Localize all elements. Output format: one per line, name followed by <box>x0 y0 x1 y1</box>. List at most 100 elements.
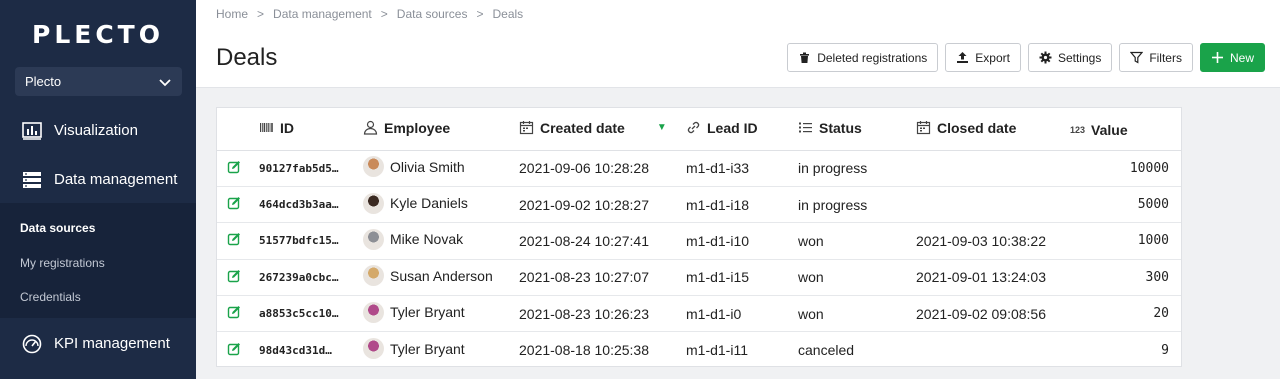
cell-employee[interactable]: Olivia Smith <box>363 150 519 187</box>
employee-name: Tyler Bryant <box>390 304 465 321</box>
cell-employee[interactable]: Kyle Daniels <box>363 186 519 224</box>
chart-icon <box>22 121 42 141</box>
edit-cell <box>217 150 259 187</box>
table-row[interactable]: 51577bdfc15… Mike Novak 2021-08-24 10:27… <box>217 222 1181 260</box>
sidebar: PLECTO Plecto Visualization Data managem… <box>0 0 196 379</box>
cell-status: won <box>798 259 916 297</box>
deleted-registrations-button[interactable]: Deleted registrations <box>787 43 939 72</box>
cell-employee[interactable]: Tyler Bryant <box>363 295 519 333</box>
table-row[interactable]: a8853c5cc10… Tyler Bryant 2021-08-23 10:… <box>217 295 1181 333</box>
header-status-label: Status <box>819 119 862 136</box>
nav-data-management[interactable]: Data management <box>0 157 196 202</box>
settings-label: Settings <box>1057 50 1102 65</box>
header-id[interactable]: ID <box>259 108 363 151</box>
upload-icon <box>957 52 969 63</box>
header-status[interactable]: Status <box>798 108 916 151</box>
page-title: Deals <box>216 44 278 71</box>
breadcrumb-home[interactable]: Home <box>216 7 248 21</box>
header-employee[interactable]: Employee <box>363 108 519 151</box>
table-body: 90127fab5d5… Olivia Smith 2021-09-06 10:… <box>217 150 1181 368</box>
plus-icon <box>1211 52 1223 63</box>
cell-closed-date <box>916 186 1070 224</box>
edit-icon[interactable] <box>227 342 241 359</box>
filter-icon <box>1130 51 1144 64</box>
edit-icon[interactable] <box>227 233 241 249</box>
sort-descending-icon[interactable]: ▼ <box>657 122 667 133</box>
cell-created-date: 2021-08-24 10:27:41 <box>519 222 686 260</box>
cell-id: 51577bdfc15… <box>259 222 363 260</box>
cell-created-date: 2021-08-18 10:25:38 <box>519 342 649 359</box>
user-icon <box>363 120 378 135</box>
nav-visualization-label: Visualization <box>54 122 138 139</box>
table-row[interactable]: 98d43cd31d… Tyler Bryant 2021-08-18 10:2… <box>217 332 1181 368</box>
nav-kpi-management-label: KPI management <box>54 335 170 352</box>
subnav-credentials[interactable]: Credentials <box>20 290 81 304</box>
table-row[interactable]: 90127fab5d5… Olivia Smith 2021-09-06 10:… <box>217 150 1181 187</box>
settings-button[interactable]: Settings <box>1027 43 1113 72</box>
cell-lead-id: m1-d1-i15 <box>686 259 798 297</box>
cell-value: 300 <box>1070 259 1181 297</box>
cell-employee[interactable]: Susan Anderson <box>363 259 519 297</box>
edit-icon[interactable] <box>227 197 241 213</box>
avatar <box>363 301 384 323</box>
cell-employee[interactable]: Mike Novak <box>363 222 519 260</box>
employee-name: Olivia Smith <box>390 158 465 175</box>
filters-button[interactable]: Filters <box>1119 43 1193 72</box>
edit-icon[interactable] <box>227 160 241 177</box>
cell-created-date: 2021-09-02 10:28:27 <box>519 186 686 224</box>
registrations-table: ID Employee Created date ▼ Lead ID Statu… <box>216 107 1182 367</box>
breadcrumb-data-management[interactable]: Data management <box>273 7 372 21</box>
toolbar: Deleted registrations Export Settings Fi… <box>787 43 1265 72</box>
cell-value: 9 <box>1161 342 1169 358</box>
gauge-icon <box>22 334 42 354</box>
export-button[interactable]: Export <box>945 43 1021 72</box>
header-lead-id[interactable]: Lead ID <box>686 108 798 151</box>
breadcrumb-data-sources[interactable]: Data sources <box>397 7 468 21</box>
main-content: Home > Data management > Data sources > … <box>196 0 1280 379</box>
avatar <box>363 265 384 287</box>
employee-name: Kyle Daniels <box>390 195 468 212</box>
cell-value: 10000 <box>1070 150 1181 187</box>
list-icon <box>799 122 812 133</box>
table-row[interactable]: 267239a0cbc… Susan Anderson 2021-08-23 1… <box>217 259 1181 297</box>
cell-id: 464dcd3b3aa… <box>259 186 363 224</box>
cell-status: won <box>798 222 916 260</box>
cell-created-date: 2021-08-23 10:27:07 <box>519 259 686 297</box>
nav-visualization[interactable]: Visualization <box>0 108 196 153</box>
header-employee-label: Employee <box>384 119 451 136</box>
new-button[interactable]: New <box>1199 43 1265 72</box>
edit-icon[interactable] <box>227 269 241 286</box>
trash-icon <box>800 52 810 63</box>
cell-created-date: 2021-09-06 10:28:28 <box>519 150 686 187</box>
calendar-icon <box>916 121 931 135</box>
cell-value: 5000 <box>1070 186 1181 224</box>
header-id-label: ID <box>280 119 294 136</box>
header-closed-date-label: Closed date <box>937 119 1017 136</box>
cell-lead-id: m1-d1-i33 <box>686 150 798 187</box>
cell-employee[interactable]: Tyler Bryant <box>363 332 519 368</box>
header-closed-date[interactable]: Closed date <box>916 108 1070 151</box>
calendar-icon <box>519 121 534 135</box>
table-row[interactable]: 464dcd3b3aa… Kyle Daniels 2021-09-02 10:… <box>217 186 1181 224</box>
subnav-data-sources[interactable]: Data sources <box>20 221 95 235</box>
cell-status: won <box>798 295 916 333</box>
cell-closed-date <box>916 150 1070 187</box>
edit-cell <box>217 186 259 224</box>
subnav-my-registrations[interactable]: My registrations <box>20 256 105 270</box>
nav-kpi-management[interactable]: KPI management <box>0 321 196 366</box>
breadcrumb-separator: > <box>380 7 388 21</box>
edit-icon[interactable] <box>227 306 241 322</box>
plecto-logo[interactable]: PLECTO <box>32 20 164 49</box>
data-management-subnav: Data sources My registrations Credential… <box>0 203 196 318</box>
cell-id: 267239a0cbc… <box>259 259 363 297</box>
barcode-icon <box>260 123 273 132</box>
header-created-date[interactable]: Created date ▼ <box>519 108 686 151</box>
avatar <box>363 192 384 214</box>
organization-select[interactable]: Plecto <box>15 67 182 96</box>
link-icon <box>687 121 700 134</box>
header-value[interactable]: 123 Value <box>1070 108 1181 151</box>
filters-label: Filters <box>1149 50 1182 65</box>
edit-cell <box>217 295 259 333</box>
new-label: New <box>1229 50 1254 65</box>
header-created-date-label: Created date <box>540 119 625 136</box>
